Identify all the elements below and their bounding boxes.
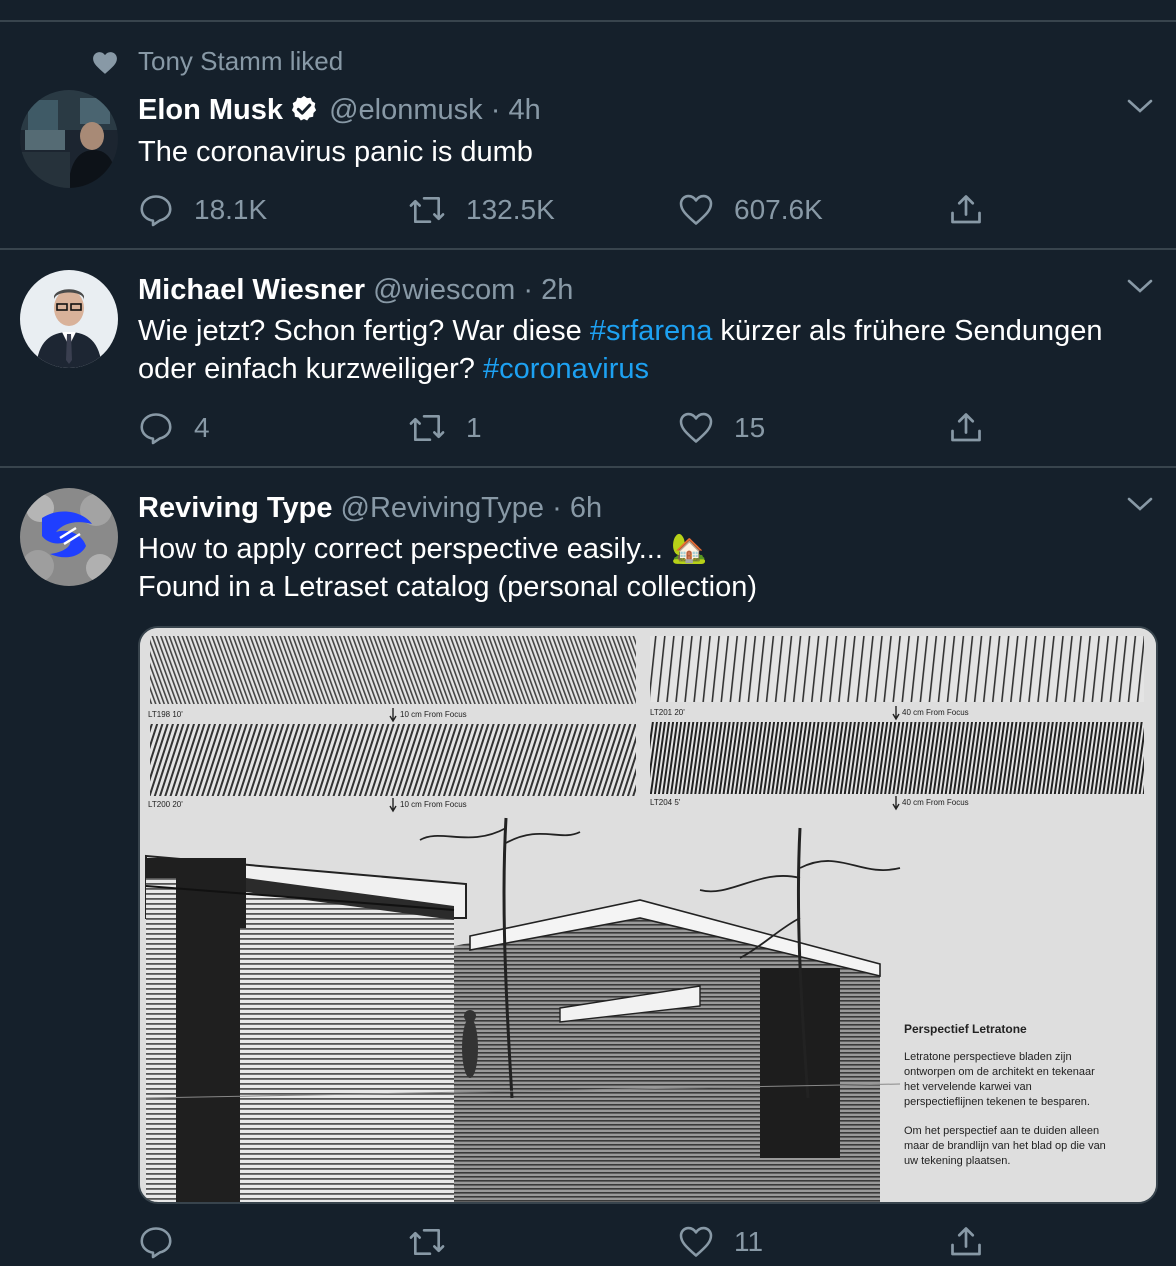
like-button[interactable]: 607.6K: [678, 190, 823, 230]
letraset-catalog-illustration: [140, 628, 1156, 1202]
caption-title: Perspectief Letratone: [904, 1022, 1027, 1036]
author-handle[interactable]: @wiescom: [373, 274, 515, 306]
tweet-text-line: Found in a Letraset catalog (personal co…: [138, 571, 758, 603]
heart-icon: [679, 194, 713, 225]
share-icon: [951, 195, 981, 224]
reply-button[interactable]: 4: [138, 408, 210, 448]
share-button[interactable]: [948, 408, 1004, 448]
retweet-icon: [409, 196, 445, 224]
caption-line: maar de brandlijn van het blad op die va…: [904, 1140, 1106, 1152]
retweet-icon: [409, 1228, 445, 1256]
caption-line: Letratone perspectieve bladen zijn: [904, 1051, 1072, 1063]
tweet-text-line: How to apply correct perspective easily.…: [138, 533, 708, 565]
like-button[interactable]: 11: [678, 1222, 763, 1262]
caption-line: ontworpen om de architekt en tekenaar: [904, 1066, 1095, 1078]
heart-icon: [679, 412, 713, 443]
action-bar: 4 1 15: [138, 408, 998, 448]
reply-count: 4: [194, 412, 210, 443]
author-handle[interactable]: @RevivingType: [341, 492, 545, 524]
like-count: 11: [734, 1226, 764, 1257]
action-bar: 11: [138, 1222, 998, 1262]
timestamp[interactable]: 2h: [541, 274, 573, 306]
like-button[interactable]: 15: [678, 408, 765, 448]
author-name[interactable]: Elon Musk: [138, 94, 283, 126]
chevron-down-icon[interactable]: [1126, 276, 1154, 301]
share-icon: [951, 1227, 981, 1256]
share-icon: [951, 413, 981, 442]
swatch-label: LT198 10': [148, 710, 183, 719]
retweet-count: 1: [466, 412, 482, 443]
separator-dot: ·: [552, 492, 562, 524]
author-name[interactable]: Michael Wiesner: [138, 274, 365, 306]
share-button[interactable]: [948, 190, 1004, 230]
hashtag-link[interactable]: #srfarena: [590, 315, 713, 347]
swatch-label: LT200 20': [148, 800, 183, 809]
retweet-count: 132.5K: [466, 194, 555, 225]
avatar[interactable]: [20, 90, 118, 188]
caption-line: Om het perspectief aan te duiden alleen: [904, 1125, 1100, 1137]
hashtag-link[interactable]: #coronavirus: [483, 353, 649, 385]
author-handle[interactable]: @elonmusk: [329, 94, 483, 126]
swatch-focus-label: 10 cm From Focus: [400, 800, 467, 809]
action-bar: 18.1K 132.5K 607.6K: [138, 190, 998, 230]
verified-badge-icon: [289, 94, 319, 133]
swatch-label: LT201 20': [650, 708, 685, 717]
avatar[interactable]: [20, 488, 118, 586]
tweet-image[interactable]: LT198 10' 10 cm From Focus LT201 20' 40 …: [138, 626, 1158, 1204]
swatch-focus-label: 40 cm From Focus: [902, 798, 969, 807]
like-count: 607.6K: [734, 194, 823, 225]
tweet-text-part: Wie jetzt? Schon fertig? War diese: [138, 315, 590, 347]
chevron-down-icon[interactable]: [1126, 96, 1154, 121]
chevron-down-icon[interactable]: [1126, 494, 1154, 519]
caption-line: uw tekening plaatsen.: [904, 1155, 1011, 1167]
reply-button[interactable]: 18.1K: [138, 190, 267, 230]
retweet-button[interactable]: 1: [408, 408, 482, 448]
retweet-icon: [409, 414, 445, 442]
caption-line: perspectieflijnen tekenen te besparen.: [904, 1096, 1090, 1108]
swatch-label: LT204 5': [650, 798, 681, 807]
avatar[interactable]: [20, 270, 118, 368]
author-name[interactable]: Reviving Type: [138, 492, 332, 524]
tweet-text: Wie jetzt? Schon fertig? War diese #srfa…: [138, 312, 1148, 388]
reply-button[interactable]: [138, 1222, 194, 1262]
tweet-michael-wiesner[interactable]: Michael Wiesner @wiescom · 2h Wie jetzt?…: [0, 250, 1176, 468]
tweet-elon-musk[interactable]: Elon Musk @elonmusk · 4h The coronavirus…: [0, 0, 1176, 250]
like-count: 15: [734, 412, 766, 443]
tweet-text: The coronavirus panic is dumb: [138, 136, 533, 168]
reply-icon: [140, 195, 172, 227]
retweet-button[interactable]: 132.5K: [408, 190, 555, 230]
tweet-text: How to apply correct perspective easily.…: [138, 530, 1148, 606]
swatch-focus-label: 40 cm From Focus: [902, 708, 969, 717]
retweet-button[interactable]: [408, 1222, 466, 1262]
heart-icon: [679, 1226, 713, 1257]
reply-icon: [140, 1227, 172, 1259]
swatch-focus-label: 10 cm From Focus: [400, 710, 467, 719]
timestamp[interactable]: 6h: [570, 492, 602, 524]
caption-paragraph: Letratone perspectieve bladen zijn ontwo…: [904, 1050, 1095, 1110]
share-button[interactable]: [948, 1222, 1004, 1262]
caption-line: het vervelende karwei van: [904, 1081, 1032, 1093]
caption-paragraph: Om het perspectief aan te duiden alleen …: [904, 1124, 1106, 1169]
reply-count: 18.1K: [194, 194, 268, 225]
separator-dot: ·: [490, 94, 501, 126]
timestamp[interactable]: 4h: [508, 94, 540, 126]
separator-dot: ·: [523, 274, 534, 306]
reply-icon: [140, 413, 172, 445]
